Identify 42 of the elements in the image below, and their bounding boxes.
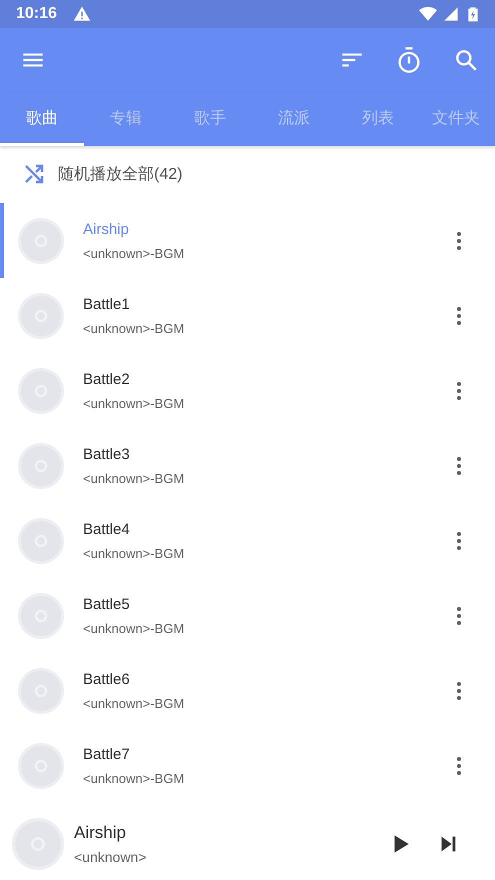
mini-player[interactable]: Airship <unknown> <box>0 807 495 880</box>
song-title: Battle5 <box>83 596 131 613</box>
now-playing-artist: <unknown> <box>74 848 148 865</box>
song-artist: <unknown>-BGM <box>83 546 186 561</box>
song-title: Battle1 <box>83 296 131 313</box>
song-row[interactable]: Battle2 <unknown>-BGM <box>0 353 495 428</box>
disc-icon <box>18 292 64 339</box>
disc-icon <box>18 668 64 714</box>
song-title: Battle4 <box>83 520 131 538</box>
search-icon[interactable] <box>453 47 479 74</box>
disc-icon <box>12 818 64 870</box>
song-artist: <unknown>-BGM <box>83 320 186 336</box>
song-artist: <unknown>-BGM <box>83 246 186 261</box>
song-artist: <unknown>-BGM <box>83 620 186 636</box>
warning-icon <box>72 4 91 23</box>
song-row[interactable]: Battle4 <unknown>-BGM <box>0 503 495 578</box>
signal-icon <box>443 6 459 22</box>
disc-icon <box>18 518 64 564</box>
song-row[interactable]: Airship <unknown>-BGM <box>0 203 495 278</box>
song-row[interactable]: Battle1 <unknown>-BGM <box>0 278 495 354</box>
now-playing-title: Airship <box>74 822 127 843</box>
song-artist: <unknown>-BGM <box>83 470 186 486</box>
song-row[interactable]: Battle7 <unknown>-BGM <box>0 728 495 804</box>
disc-icon <box>18 368 64 414</box>
disc-icon <box>18 442 64 489</box>
disc-icon <box>18 592 64 639</box>
song-title: Battle2 <box>83 370 131 388</box>
song-title: Battle7 <box>83 746 131 763</box>
wifi-icon <box>419 4 437 23</box>
disc-icon <box>18 742 64 789</box>
song-row[interactable]: Battle3 <unknown>-BGM <box>0 428 495 504</box>
song-artist: <unknown>-BGM <box>83 696 186 711</box>
song-artist: <unknown>-BGM <box>83 770 186 786</box>
shuffle-all-label[interactable]: 随机播放全部(42) <box>58 164 182 185</box>
status-time: 10:16 <box>16 4 57 23</box>
disc-icon <box>18 218 64 264</box>
song-title: Airship <box>83 220 130 238</box>
song-artist: <unknown>-BGM <box>83 396 186 411</box>
song-title: Battle3 <box>83 446 131 463</box>
song-row[interactable]: Battle6 <unknown>-BGM <box>0 653 495 728</box>
song-row[interactable]: Battle5 <unknown>-BGM <box>0 578 495 654</box>
song-title: Battle6 <box>83 670 131 688</box>
